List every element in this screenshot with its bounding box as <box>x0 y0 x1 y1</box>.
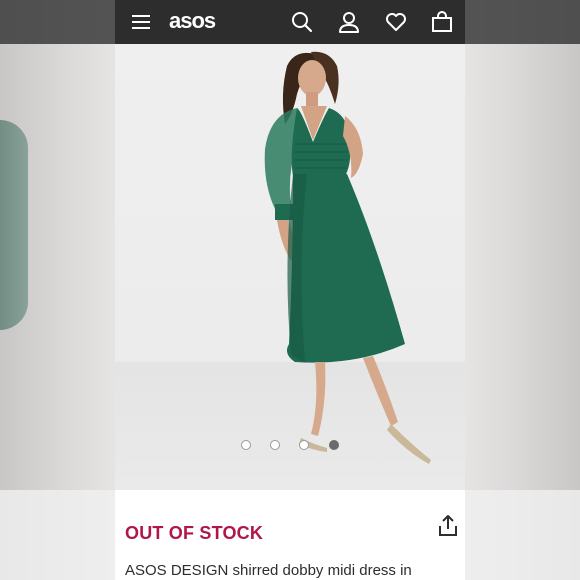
stock-status: OUT OF STOCK <box>125 523 264 543</box>
carousel-dot-active[interactable] <box>329 440 339 450</box>
product-image[interactable] <box>115 44 465 490</box>
carousel-dot[interactable] <box>299 440 309 450</box>
product-info: OUT OF STOCK ASOS DESIGN shirred dobby m… <box>115 490 465 580</box>
background-frame-right <box>465 0 580 580</box>
share-icon[interactable] <box>437 514 459 538</box>
carousel-dot[interactable] <box>270 440 280 450</box>
menu-icon[interactable] <box>131 0 153 44</box>
carousel-dot[interactable] <box>241 440 251 450</box>
account-icon[interactable] <box>336 0 362 44</box>
product-title: ASOS DESIGN shirred dobby midi dress in <box>125 562 412 579</box>
heart-icon[interactable] <box>383 0 409 44</box>
bag-icon[interactable] <box>429 0 455 44</box>
model-illustration <box>264 51 431 464</box>
header-bar: asos <box>115 0 465 44</box>
carousel-indicators <box>115 440 465 452</box>
app-screen: asos OUT OF STOCK ASOS DESIGN shirred do… <box>115 0 465 580</box>
logo[interactable]: asos <box>169 8 216 34</box>
background-frame-left <box>0 0 115 580</box>
search-icon[interactable] <box>289 0 315 44</box>
